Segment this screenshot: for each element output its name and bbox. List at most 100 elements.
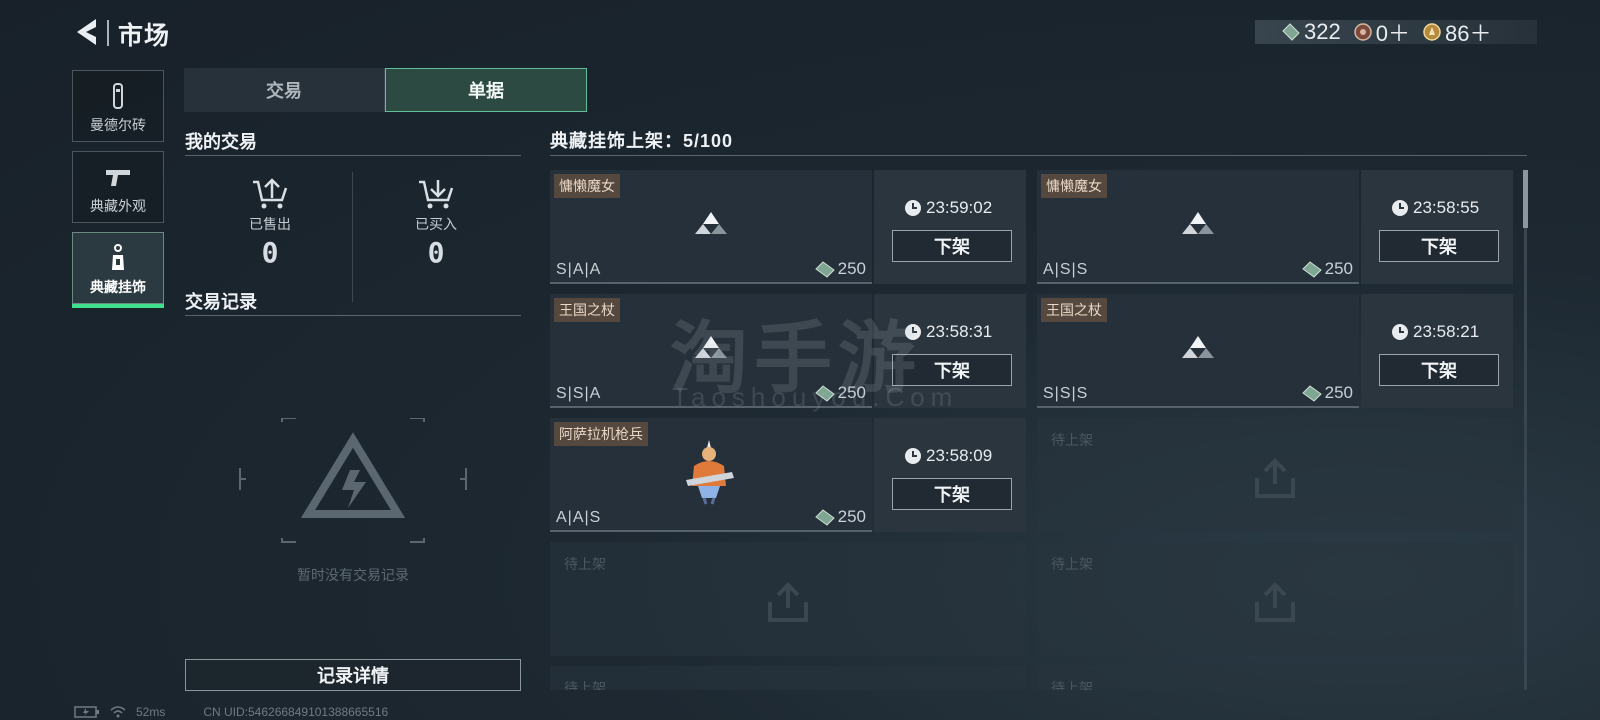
sold-label: 已售出	[249, 216, 291, 232]
currency-ticket[interactable]: 322	[1281, 19, 1341, 45]
currency-value: 86＋	[1444, 21, 1492, 46]
timer-value: 23:58:31	[926, 322, 993, 341]
item-grade: S|S|S	[1043, 385, 1089, 402]
empty-listing-slot[interactable]: 待上架	[1037, 542, 1513, 656]
timer-value: 23:58:55	[1413, 198, 1480, 217]
empty-listing-slot[interactable]: 待上架	[550, 542, 1026, 656]
price-value: 250	[837, 259, 866, 278]
delist-button[interactable]: 下架	[1379, 354, 1499, 386]
my-trades-title: 我的交易	[185, 132, 257, 152]
uid-text: CN UID:546266849101388665516	[203, 705, 389, 719]
item-grade: S|S|A	[556, 385, 602, 402]
currency-gold[interactable]: 86＋	[1422, 16, 1491, 48]
sidebar-item-charm[interactable]: 典藏挂饰	[72, 232, 164, 308]
gunner-figure-icon	[686, 440, 734, 505]
gear-coin-icon	[1353, 23, 1372, 41]
slot-label: 待上架	[564, 556, 606, 572]
slot-label: 待上架	[1051, 432, 1093, 448]
back-arrow-icon[interactable]	[72, 16, 102, 48]
timer-value: 23:58:09	[926, 446, 993, 465]
clock-icon	[1392, 200, 1408, 216]
empty-records-text: 暂时没有交易记录	[297, 567, 409, 583]
ticket-icon	[1301, 385, 1322, 402]
listing-action-panel: 23:59:02 下架	[874, 170, 1026, 284]
empty-listing-slot[interactable]: 待上架	[1037, 666, 1513, 690]
clock-icon	[1392, 324, 1408, 340]
item-grade: S|A|A	[556, 261, 602, 278]
listing-item-panel[interactable]: 王国之杖 S|S|S 250	[1037, 294, 1359, 408]
item-grade: A|S|S	[1043, 261, 1089, 278]
item-price: 250	[1301, 383, 1353, 403]
stat-divider	[352, 172, 353, 302]
gold-coin-icon	[1423, 23, 1441, 41]
listing-action-panel: 23:58:21 下架	[1361, 294, 1513, 408]
sold-stat: 已售出 0	[190, 176, 350, 269]
currency-value: 0＋	[1375, 21, 1410, 46]
bought-stat: 已买入 0	[356, 176, 516, 269]
delist-button[interactable]: 下架	[1379, 230, 1499, 262]
ticket-icon	[814, 261, 835, 278]
upload-icon	[1255, 458, 1295, 498]
currency-bar: 322 0＋ 86＋	[1255, 19, 1537, 46]
upload-icon	[1255, 582, 1295, 622]
record-detail-button[interactable]: 记录详情	[185, 659, 521, 691]
price-value: 250	[1324, 383, 1353, 402]
sidebar-item-brick[interactable]: 曼德尔砖	[72, 70, 164, 142]
item-name-tag: 阿萨拉机枪兵	[554, 422, 648, 446]
sidebar-item-label: 典藏外观	[90, 198, 146, 214]
cart-upload-icon	[253, 178, 288, 209]
listing-action-panel: 23:58:09 下架	[874, 418, 1026, 532]
bought-label: 已买入	[415, 216, 457, 232]
item-price: 250	[814, 259, 866, 279]
records-title: 交易记录	[185, 292, 257, 312]
currency-gear[interactable]: 0＋	[1353, 16, 1410, 48]
listing-card: 阿萨拉机枪兵 A|A|S 250 23:58:09 下架	[550, 418, 1026, 532]
tab-orders[interactable]: 单据	[385, 68, 587, 112]
listing-card: 王国之杖 S|S|S 250 23:58:21 下架	[1037, 294, 1513, 408]
title-divider	[107, 20, 109, 46]
item-name-tag: 慵懒魔女	[1041, 174, 1107, 198]
listing-title: 典藏挂饰上架：5/100	[550, 131, 734, 151]
item-grade: A|A|S	[556, 509, 602, 526]
timer-value: 23:58:21	[1413, 322, 1480, 341]
currency-value: 322	[1304, 19, 1341, 44]
slot-label: 待上架	[1051, 556, 1093, 572]
divider	[185, 315, 521, 316]
delist-button[interactable]: 下架	[892, 478, 1012, 510]
ticket-icon	[1282, 23, 1300, 41]
remaining-timer: 23:59:02	[904, 198, 992, 218]
brick-icon	[113, 83, 123, 109]
clock-icon	[905, 448, 921, 464]
scrollbar-track[interactable]	[1524, 170, 1527, 690]
sidebar-item-skin[interactable]: 典藏外观	[72, 151, 164, 223]
item-placeholder-icon	[1182, 212, 1214, 234]
listing-item-panel[interactable]: 慵懒魔女 A|S|S 250	[1037, 170, 1359, 284]
clock-icon	[905, 200, 921, 216]
scrollbar-thumb[interactable]	[1523, 170, 1528, 228]
sidebar-item-label: 典藏挂饰	[90, 279, 146, 295]
item-price: 250	[814, 507, 866, 527]
listing-card: 慵懒魔女 A|S|S 250 23:58:55 下架	[1037, 170, 1513, 284]
sold-value: 0	[261, 236, 279, 269]
item-name-tag: 王国之杖	[1041, 298, 1107, 322]
delist-button[interactable]: 下架	[892, 230, 1012, 262]
page-title: 市场	[118, 22, 171, 50]
tab-trade[interactable]: 交易	[184, 68, 385, 112]
status-bar: 52ms CN UID:546266849101388665516	[74, 705, 388, 719]
ping-value: 52ms	[136, 705, 166, 719]
listing-item-panel[interactable]: 阿萨拉机枪兵 A|A|S 250	[550, 418, 872, 532]
timer-value: 23:59:02	[926, 198, 993, 217]
listing-item-panel[interactable]: 慵懒魔女 S|A|A 250	[550, 170, 872, 284]
slot-label: 待上架	[1051, 680, 1093, 690]
sidebar-item-label: 曼德尔砖	[90, 117, 146, 133]
slot-label: 待上架	[564, 680, 606, 690]
divider	[550, 155, 1527, 156]
battery-icon	[74, 706, 99, 718]
bought-value: 0	[427, 236, 445, 269]
charm-icon	[112, 244, 124, 270]
empty-listing-slot[interactable]: 待上架	[1037, 418, 1513, 532]
empty-listing-slot[interactable]: 待上架	[550, 666, 1026, 690]
pistol-icon	[106, 170, 130, 186]
item-name-tag: 慵懒魔女	[554, 174, 620, 198]
ticket-icon	[814, 509, 835, 526]
